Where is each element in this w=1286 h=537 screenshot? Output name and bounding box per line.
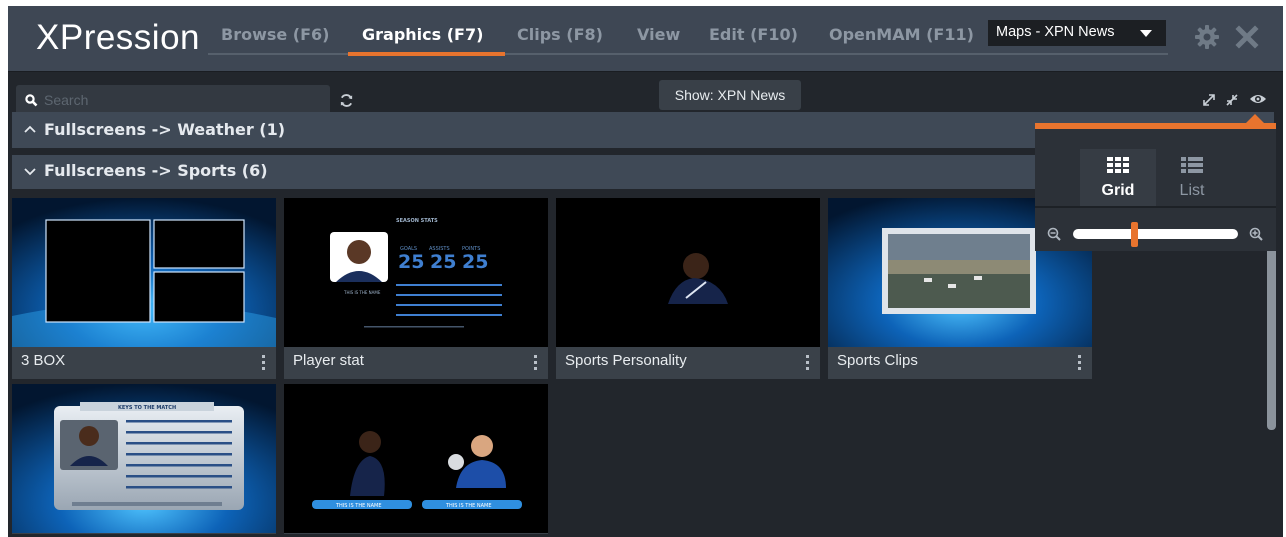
more-options-icon[interactable] bbox=[262, 355, 266, 371]
zoom-slider-track[interactable] bbox=[1073, 229, 1238, 239]
thumb-name-label-right: THIS IS THE NAME bbox=[445, 503, 492, 509]
card-title: 3 BOX bbox=[21, 352, 66, 369]
expand-icon[interactable] bbox=[1202, 93, 1216, 107]
thumb-goals-value: 25 bbox=[398, 251, 424, 273]
group-label: Fullscreens -> Sports (6) bbox=[44, 161, 268, 180]
graphic-card[interactable]: SEASON STATS THIS IS THE NAME GOALS ASSI… bbox=[284, 198, 548, 379]
zoom-in-icon[interactable] bbox=[1249, 227, 1263, 241]
collapse-icon[interactable] bbox=[1225, 93, 1239, 107]
thumbnail-player-stat: SEASON STATS THIS IS THE NAME GOALS ASSI… bbox=[284, 198, 548, 347]
thumb-season-stats: SEASON STATS bbox=[396, 218, 438, 224]
popover-divider bbox=[1035, 206, 1276, 208]
close-icon[interactable] bbox=[1234, 24, 1260, 50]
tab-edit[interactable]: Edit (F10) bbox=[709, 25, 798, 44]
tab-graphics[interactable]: Graphics (F7) bbox=[362, 25, 483, 44]
zoom-slider-thumb[interactable] bbox=[1130, 222, 1138, 247]
graphic-card[interactable]: 3 BOX bbox=[12, 198, 276, 379]
thumbnail-two-players: THIS IS THE NAME THIS IS THE NAME bbox=[284, 384, 548, 533]
grid-view-label: Grid bbox=[1101, 182, 1135, 199]
popover-caret bbox=[1246, 114, 1264, 123]
thumbnail-keys-to-the-match: KEYS TO THE MATCH bbox=[12, 384, 276, 533]
list-icon bbox=[1181, 157, 1203, 173]
thumbnail-sports-personality bbox=[556, 198, 820, 347]
card-title: Sports Clips bbox=[837, 352, 918, 369]
graphic-card[interactable]: KEYS TO THE MATCH bbox=[12, 384, 276, 534]
tab-browse[interactable]: Browse (F6) bbox=[221, 25, 330, 44]
list-view-label: List bbox=[1179, 182, 1205, 199]
zoom-out-icon[interactable] bbox=[1047, 227, 1061, 241]
app-logo: XPression bbox=[36, 18, 201, 57]
grid-view-button[interactable]: Grid bbox=[1080, 149, 1156, 206]
search-icon bbox=[25, 94, 38, 107]
tab-clips[interactable]: Clips (F8) bbox=[517, 25, 603, 44]
eye-icon[interactable] bbox=[1249, 92, 1267, 106]
graphic-card[interactable]: THIS IS THE NAME THIS IS THE NAME bbox=[284, 384, 548, 534]
header-bar: XPression Browse (F6) Graphics (F7) Clip… bbox=[8, 6, 1283, 72]
thumb-keys-title: KEYS TO THE MATCH bbox=[118, 405, 176, 411]
view-options-popover: Grid List bbox=[1035, 123, 1276, 251]
chevron-down-icon bbox=[24, 168, 36, 176]
graphic-card[interactable]: Sports Personality bbox=[556, 198, 820, 379]
thumb-name-label: THIS IS THE NAME bbox=[343, 290, 381, 295]
tab-openmam[interactable]: OpenMAM (F11) bbox=[829, 25, 974, 44]
project-select[interactable]: Maps - XPN News bbox=[988, 20, 1166, 46]
chevron-down-icon bbox=[1140, 30, 1152, 37]
thumb-assists-value: 25 bbox=[430, 251, 456, 273]
group-label: Fullscreens -> Weather (1) bbox=[44, 120, 286, 139]
refresh-icon[interactable] bbox=[339, 93, 354, 108]
search-box bbox=[16, 85, 330, 115]
active-tab-indicator bbox=[348, 52, 505, 56]
show-filter-badge[interactable]: Show: XPN News bbox=[659, 80, 801, 110]
gear-icon[interactable] bbox=[1194, 24, 1220, 50]
thumb-points-value: 25 bbox=[462, 251, 488, 273]
list-view-button[interactable]: List bbox=[1154, 149, 1230, 206]
search-input[interactable] bbox=[44, 85, 324, 115]
card-title: Player stat bbox=[293, 352, 364, 369]
more-options-icon[interactable] bbox=[534, 355, 538, 371]
thumbnail-3-box bbox=[12, 198, 276, 347]
grid-icon bbox=[1107, 157, 1129, 173]
thumb-name-label-left: THIS IS THE NAME bbox=[335, 503, 382, 509]
tab-view[interactable]: View bbox=[637, 25, 680, 44]
xpression-window: XPression Browse (F6) Graphics (F7) Clip… bbox=[8, 6, 1283, 537]
project-select-value: Maps - XPN News bbox=[996, 24, 1115, 40]
more-options-icon[interactable] bbox=[806, 355, 810, 371]
more-options-icon[interactable] bbox=[1078, 355, 1082, 371]
card-title: Sports Personality bbox=[565, 352, 687, 369]
chevron-up-icon bbox=[24, 125, 36, 133]
